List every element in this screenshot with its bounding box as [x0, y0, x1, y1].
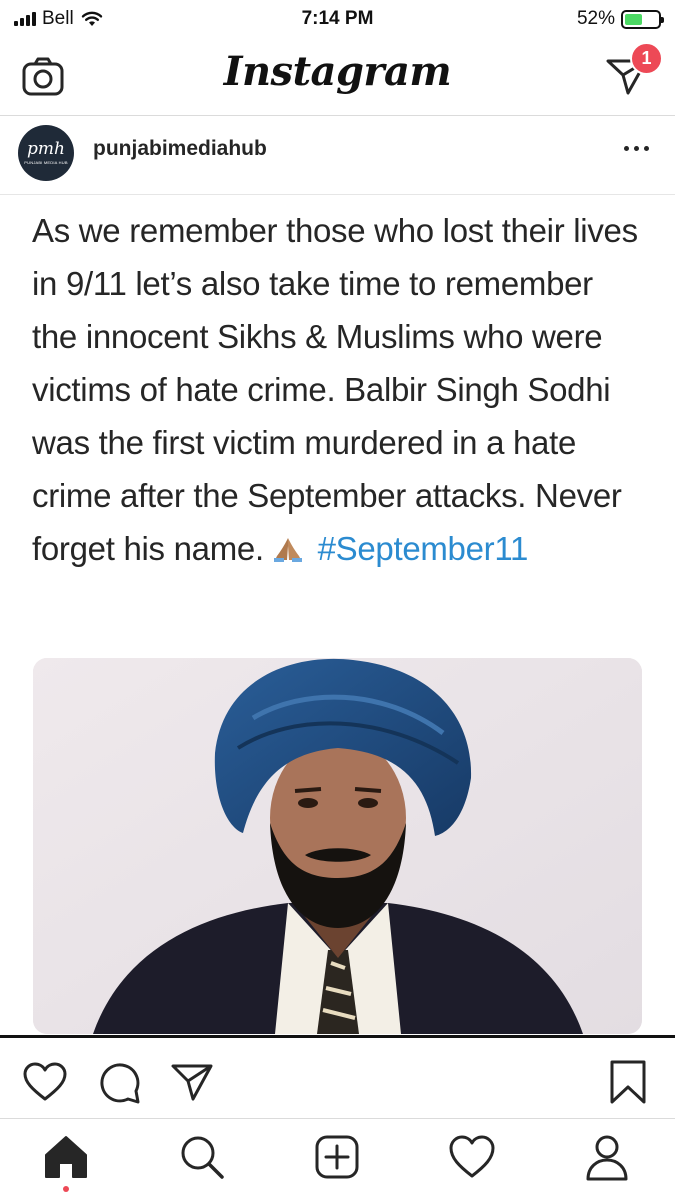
signal-bars-icon [14, 12, 36, 26]
status-right: 52% [576, 8, 664, 30]
app-header: Instagram 1 [0, 38, 675, 116]
instagram-logo: Instagram [223, 48, 452, 95]
search-icon[interactable] [178, 1133, 226, 1181]
active-tab-indicator [63, 1186, 69, 1192]
avatar-sub-text: PUNJABI MEDIA HUB [24, 160, 68, 165]
comment-icon[interactable] [98, 1061, 142, 1105]
divider [0, 1035, 675, 1038]
avatar-logo-text: pmh [27, 139, 65, 159]
portrait-photo [33, 658, 642, 1034]
heart-icon[interactable] [22, 1061, 68, 1103]
share-icon[interactable] [170, 1060, 214, 1104]
activity-heart-icon[interactable] [448, 1133, 496, 1181]
home-icon[interactable] [42, 1133, 90, 1181]
bottom-tab-bar [0, 1118, 675, 1200]
bookmark-icon[interactable] [608, 1059, 648, 1105]
status-left: Bell [14, 8, 104, 30]
hashtag-link[interactable]: #September11 [318, 530, 529, 567]
battery-percent: 52% [576, 8, 615, 29]
caption-text: As we remember those who lost their live… [32, 212, 638, 567]
more-horizontal-icon[interactable] [614, 137, 658, 159]
wifi-icon [81, 11, 102, 26]
avatar[interactable]: pmh PUNJABI MEDIA HUB [18, 125, 74, 181]
add-post-icon[interactable] [313, 1133, 361, 1181]
camera-icon[interactable] [21, 55, 65, 99]
notification-badge: 1 [630, 42, 663, 75]
post-image[interactable] [33, 658, 642, 1034]
praying-hands-icon [273, 538, 302, 562]
battery-charging-icon [621, 9, 664, 29]
post-caption: As we remember those who lost their live… [32, 204, 642, 575]
post-actions [0, 1045, 675, 1115]
battery-fill [625, 13, 642, 25]
post-header: pmh PUNJABI MEDIA HUB punjabimediahub [0, 117, 675, 195]
carrier-name: Bell [42, 8, 74, 29]
profile-icon[interactable] [583, 1133, 631, 1181]
post-username[interactable]: punjabimediahub [93, 137, 267, 161]
status-bar: Bell 7:14 PM 52% [0, 0, 675, 38]
